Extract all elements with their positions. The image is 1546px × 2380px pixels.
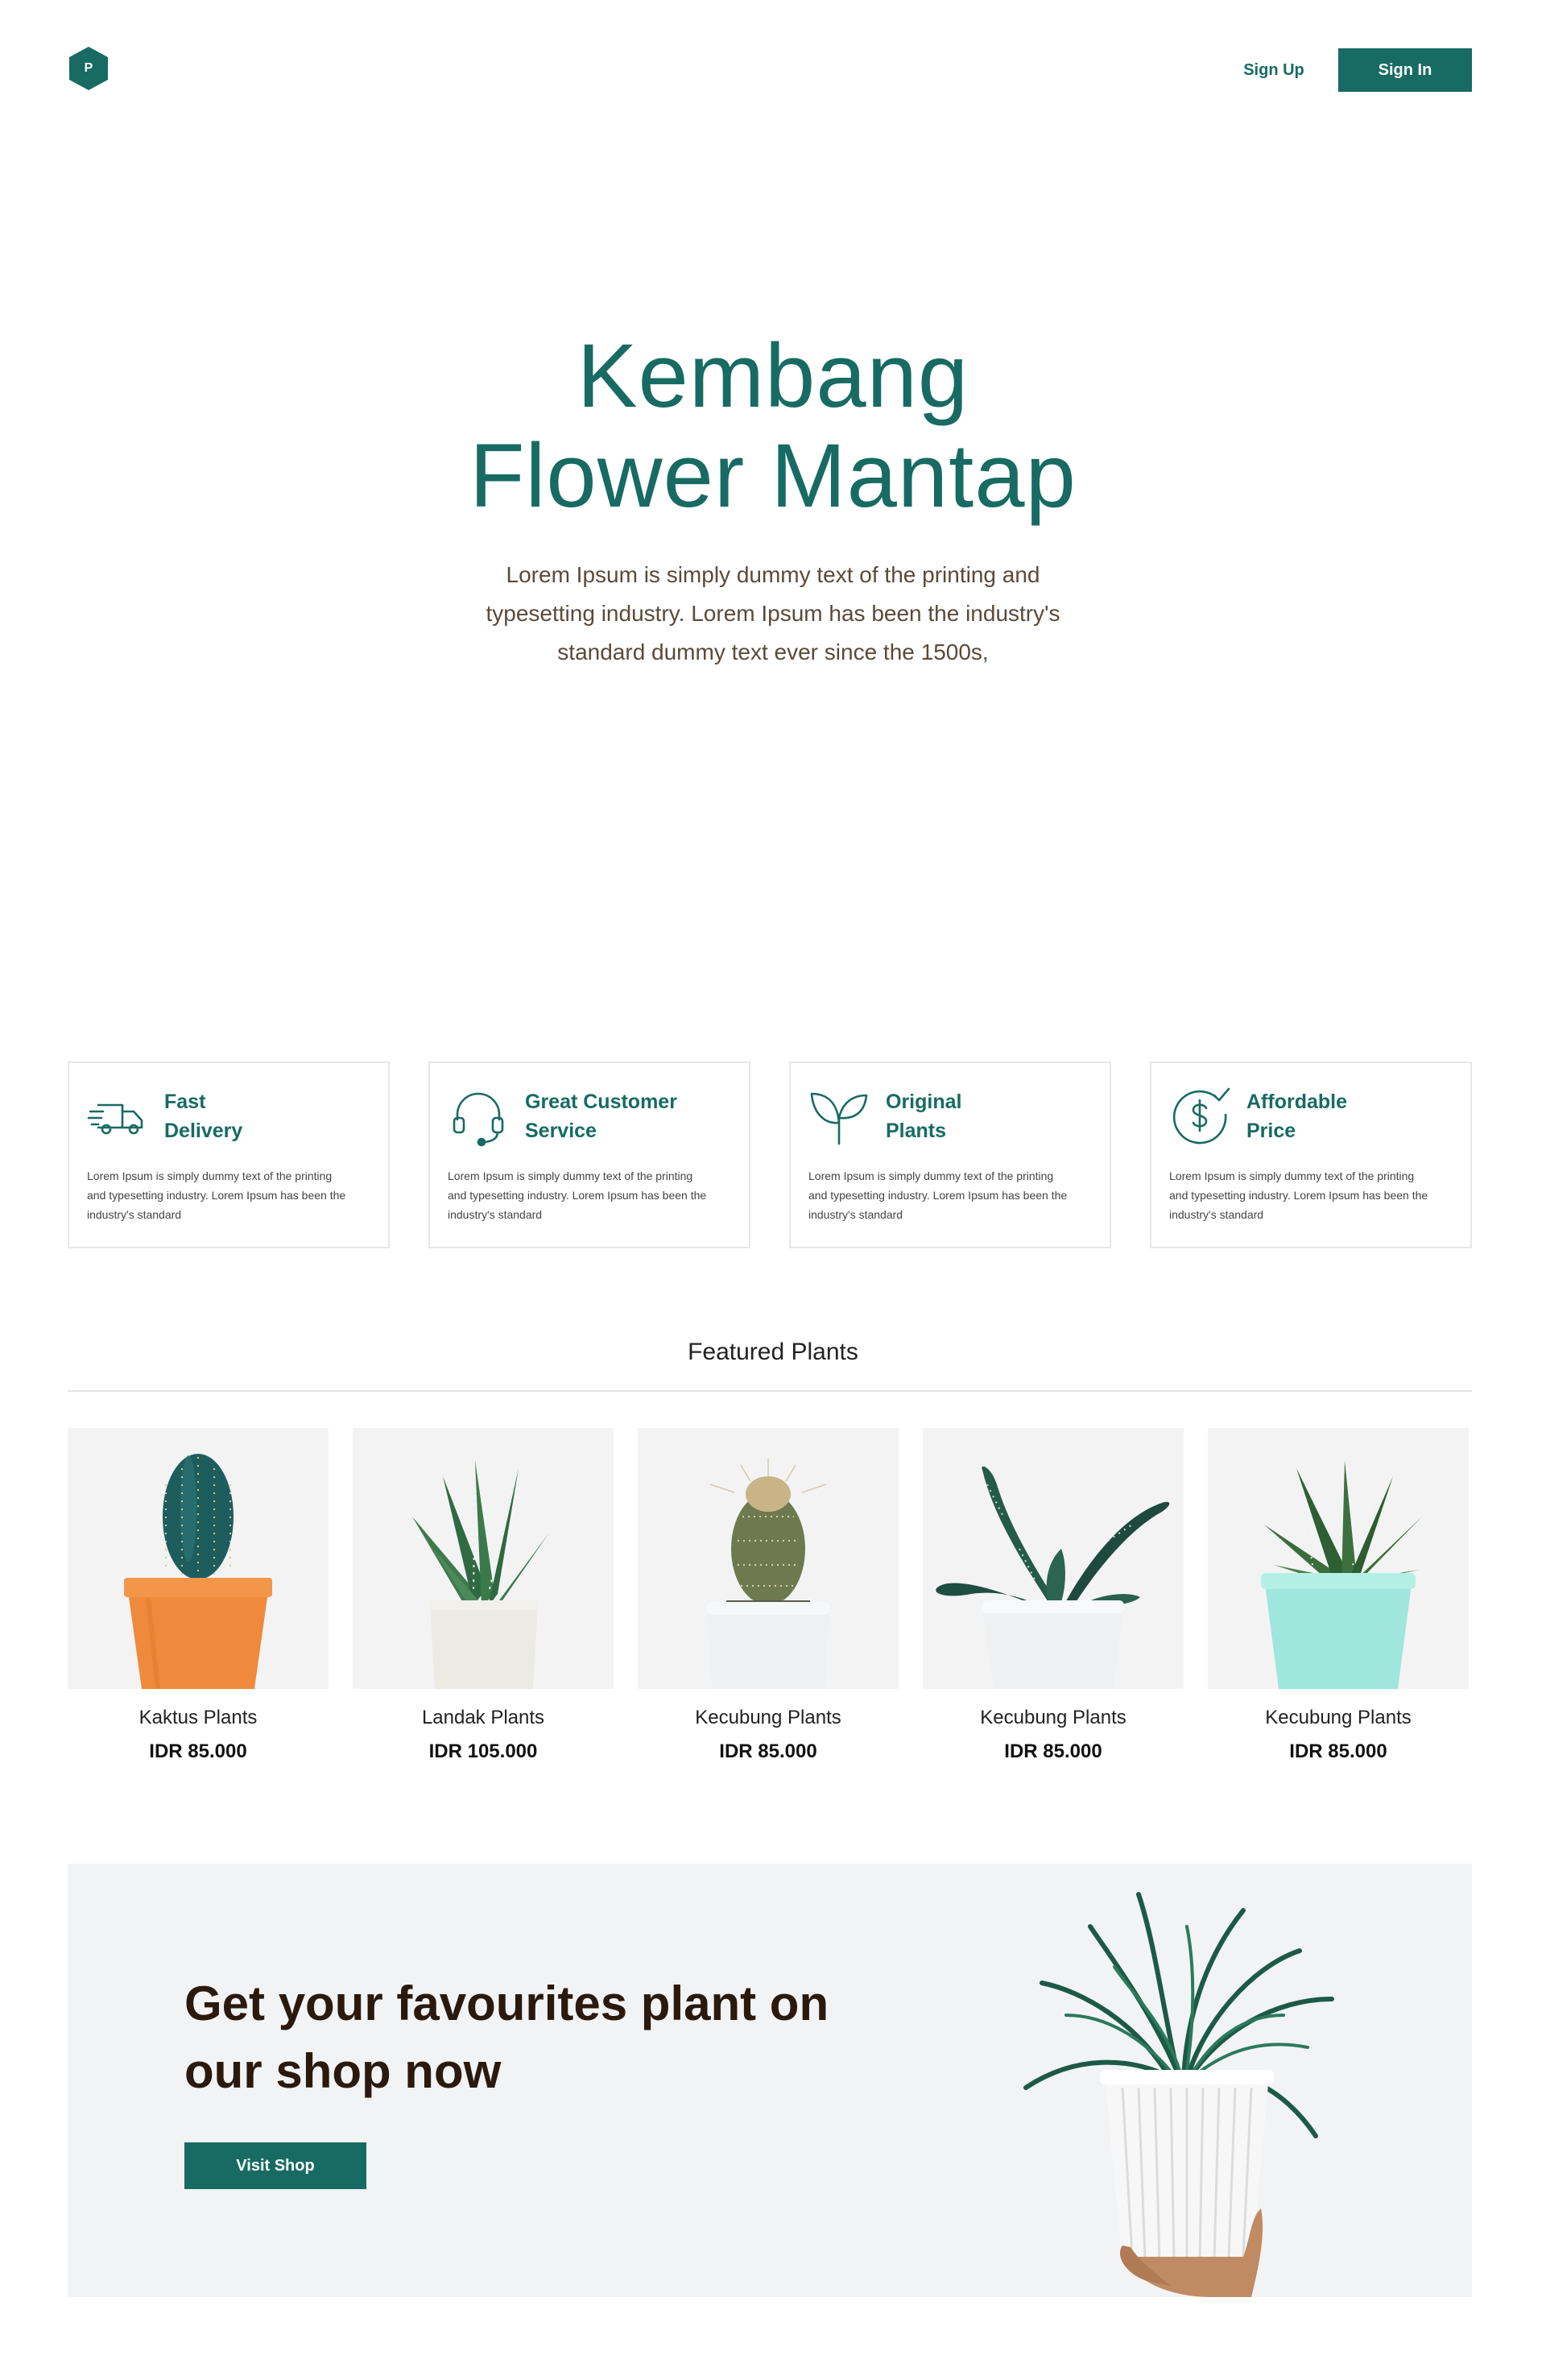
feature-description: Lorem Ipsum is simply dummy text of the … [1169,1169,1428,1221]
dollar-check-icon [1169,1086,1230,1147]
feature-title-line-1: Great Customer [525,1091,677,1113]
feature-title-line-1: Fast [164,1091,206,1113]
feature-card-delivery: Fast Delivery Lorem Ipsum is simply dumm… [68,1062,390,1248]
feature-title-line-2: Service [525,1120,597,1142]
feature-description: Lorem Ipsum is simply dummy text of the … [448,1169,707,1221]
product-image[interactable] [68,1428,329,1689]
product-name: Kecubung Plants [980,1707,1126,1728]
sign-in-button[interactable]: Sign In [1338,48,1472,92]
feature-card-affordable-price: Affordable Price Lorem Ipsum is simply d… [1150,1062,1472,1248]
product-price: IDR 105.000 [428,1741,538,1762]
feature-card-customer-service: Great Customer Service Lorem Ipsum is si… [428,1062,750,1248]
hexagon-logo-icon[interactable]: P [68,45,110,92]
cta-title-line-1: Get your favourites plant on [184,1976,829,2030]
section-divider [68,1390,1472,1392]
cta-title: Get your favourites plant on our shop no… [184,1970,941,2105]
product-image[interactable] [923,1428,1184,1689]
delivery-truck-icon [87,1086,148,1147]
feature-title: Original Plants [886,1087,1103,1145]
feature-title: Fast Delivery [164,1087,382,1145]
feature-description: Lorem Ipsum is simply dummy text of the … [808,1169,1068,1221]
product-price: IDR 85.000 [719,1741,817,1762]
feature-title-line-1: Original [886,1091,962,1113]
logo-letter: P [84,61,93,75]
hero-title-line-2: Flower Mantap [469,425,1077,526]
product-image[interactable] [1208,1428,1469,1689]
product-name: Kecubung Plants [1265,1707,1412,1728]
product-price: IDR 85.000 [1004,1741,1102,1762]
product-name: Landak Plants [421,1707,545,1728]
hero-title: Kembang Flower Mantap [370,326,1176,526]
features-row: Fast Delivery Lorem Ipsum is simply dumm… [68,1062,1472,1248]
shop-cta-banner: Get your favourites plant on our shop no… [68,1864,1472,2297]
feature-title-line-2: Price [1246,1120,1296,1142]
headset-icon [448,1086,509,1147]
product-price: IDR 85.000 [149,1741,247,1762]
feature-title: Great Customer Service [525,1087,742,1145]
hero-description: Lorem Ipsum is simply dummy text of the … [486,562,1060,664]
product-name: Kecubung Plants [695,1707,841,1728]
product-image[interactable] [638,1428,899,1689]
visit-shop-button[interactable]: Visit Shop [184,2142,366,2189]
product-name: Kaktus Plants [138,1707,258,1728]
feature-title: Affordable Price [1246,1087,1464,1145]
featured-plants-heading: Featured Plants [688,1339,858,1365]
feature-title-line-2: Plants [886,1120,947,1142]
hero-title-line-1: Kembang [577,325,969,426]
sign-up-link[interactable]: Sign Up [1226,48,1322,92]
sprout-icon [808,1086,870,1147]
feature-description: Lorem Ipsum is simply dummy text of the … [87,1169,346,1221]
product-price: IDR 85.000 [1289,1741,1387,1762]
feature-card-original-plants: Original Plants Lorem Ipsum is simply du… [789,1062,1111,1248]
cta-title-line-2: our shop now [184,2044,502,2098]
feature-title-line-1: Affordable [1246,1091,1347,1113]
product-image[interactable] [353,1428,614,1689]
site-header: P Sign Up Sign In [0,0,1546,141]
feature-title-line-2: Delivery [164,1120,243,1142]
potted-plant-in-hand-image [1010,1878,1364,2297]
